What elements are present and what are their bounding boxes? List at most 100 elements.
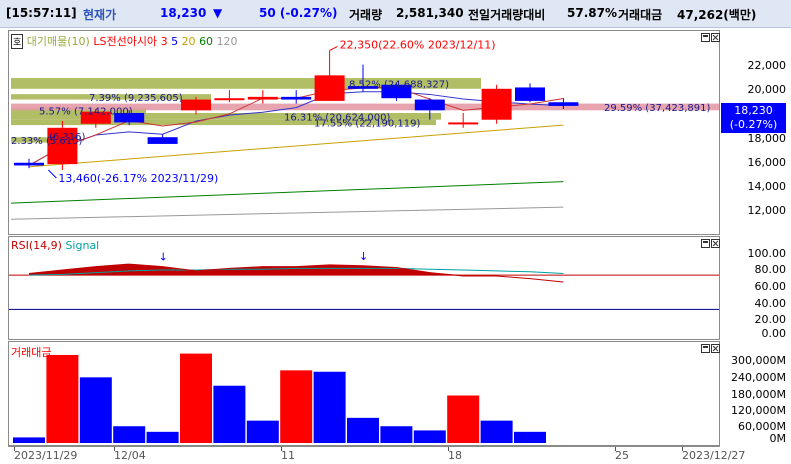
change-arrow-icon: ▼ xyxy=(213,6,223,20)
low-pointer xyxy=(48,169,57,179)
y-tick: 300,000M xyxy=(731,354,786,367)
supply-label: 7.39% (9,235,605) xyxy=(89,93,183,104)
candle-body xyxy=(548,102,579,106)
y-tick: 18,000 xyxy=(747,132,787,145)
candle-body xyxy=(214,98,245,101)
legend-rsi: RSI(14,9) xyxy=(11,239,62,252)
badge-price: 18,230 xyxy=(734,104,773,117)
amount-chart-panel[interactable]: 거래대금 xyxy=(8,341,720,446)
x-label: 12/04 xyxy=(114,449,146,462)
price-chart-legend: 호 대기매물(10) LS전선아시아 3 5 20 60 120 xyxy=(11,33,238,49)
amount-bar xyxy=(313,371,346,443)
current-price: 18,230 xyxy=(160,6,207,20)
rsi-chart-panel[interactable]: ↓ ↓ RSI(14,9) Signal xyxy=(8,236,720,340)
supply-label: 17.55% (22,190,119) xyxy=(314,118,420,129)
y-tick: 22,000 xyxy=(747,59,787,72)
minimize-button[interactable] xyxy=(701,33,710,42)
close-button[interactable] xyxy=(711,33,720,42)
prev-volume-label: 전일거래량대비 xyxy=(468,8,546,22)
ma120-line xyxy=(10,206,564,220)
candle-body xyxy=(14,162,44,166)
volume-label: 거래량 xyxy=(349,8,383,22)
amount-label: 거래대금 xyxy=(618,8,663,22)
price-y-axis: 22,000 20,000 18,000 16,000 14,000 12,00… xyxy=(720,30,786,235)
price-chart-panel[interactable]: 8.52% (24,688,327) 7.39% (9,235,605) 5.57%… xyxy=(8,30,720,235)
amount-bar xyxy=(380,426,413,443)
badge-change: (-0.27%) xyxy=(729,118,778,131)
amount-bar xyxy=(246,420,279,443)
signal-arrow-icon: ↓ xyxy=(159,251,168,264)
y-tick: 20.00 xyxy=(754,313,787,326)
minimize-button[interactable] xyxy=(701,239,710,248)
close-button[interactable] xyxy=(711,239,720,248)
minimize-button[interactable] xyxy=(701,344,710,353)
rsi-legend: RSI(14,9) Signal xyxy=(11,239,99,252)
ho-icon[interactable]: 호 xyxy=(11,34,24,49)
x-label: 2023/12/27 xyxy=(682,449,746,462)
y-tick: 16,000 xyxy=(747,156,787,169)
ma20-line xyxy=(28,124,564,168)
amount-bar xyxy=(146,431,179,443)
prev-volume-ratio: 57.87% xyxy=(567,6,617,20)
price-chart-svg: 8.52% (24,688,327) 7.39% (9,235,605) 5.57%… xyxy=(10,38,719,220)
supply-label: 5.57% (7,142,000) xyxy=(39,106,133,117)
candle-body xyxy=(281,96,312,100)
legend-ma5: 5 xyxy=(171,35,179,48)
amount-bar xyxy=(213,385,246,443)
candle-body xyxy=(181,99,211,111)
y-tick: 100.00 xyxy=(747,247,787,260)
candle-body xyxy=(414,99,445,111)
date-axis: 2023/11/29 12/04 11 18 25 2023/12/27 xyxy=(8,446,745,464)
legend-stock-name: LS전선아시아 xyxy=(93,35,158,48)
legend-ma120: 120 xyxy=(216,35,238,48)
amount-bar xyxy=(13,437,45,443)
legend-signal: Signal xyxy=(65,239,100,252)
amount-value: 47,262(백만) xyxy=(677,8,757,22)
change-value: 50 (-0.27%) xyxy=(259,6,338,20)
rsi-chart-svg: ↓ ↓ xyxy=(9,250,719,310)
y-tick: 14,000 xyxy=(747,180,787,193)
supply-label: 29.59% (37,423,891) xyxy=(604,103,710,114)
price-label: 현재가 xyxy=(83,8,117,22)
high-annotation: 22,350(22.60% 2023/12/11) xyxy=(340,38,496,51)
x-label: 18 xyxy=(448,449,462,462)
y-tick: 12,000 xyxy=(747,204,787,217)
amount-bar xyxy=(46,354,79,443)
amount-legend: 거래대금 xyxy=(11,344,51,360)
amount-bar xyxy=(514,431,546,443)
volume-value: 2,581,340 xyxy=(396,6,464,20)
legend-ma20: 20 xyxy=(181,35,196,48)
high-pointer xyxy=(329,46,338,51)
amount-chart-svg xyxy=(13,353,546,443)
amount-bar xyxy=(113,426,146,443)
supply-label: 8.52% (24,688,327) xyxy=(349,79,449,90)
amount-bar xyxy=(79,377,112,443)
legend-ma3: 3 xyxy=(160,35,168,48)
amount-bar xyxy=(480,420,513,443)
amount-bar xyxy=(413,430,446,443)
y-tick: 180,000M xyxy=(731,388,786,401)
y-tick: 40.00 xyxy=(754,297,787,310)
y-tick: 120,000M xyxy=(731,404,786,417)
close-button[interactable] xyxy=(711,344,720,353)
amount-bar xyxy=(447,395,480,443)
candle-body xyxy=(147,137,178,144)
signal-arrow-icon: ↓ xyxy=(359,250,368,263)
legend-amount: 거래대금 xyxy=(11,346,52,359)
y-tick: 240,000M xyxy=(731,371,786,384)
legend-supply: 대기매물(10) xyxy=(26,35,90,48)
y-tick: 60.00 xyxy=(754,280,787,293)
x-label: 25 xyxy=(615,449,629,462)
x-label: 11 xyxy=(281,449,295,462)
candle-body xyxy=(515,87,545,101)
y-tick: 0.00 xyxy=(761,327,787,340)
legend-ma60: 60 xyxy=(199,35,214,48)
y-tick: 80.00 xyxy=(754,263,787,276)
candle-body xyxy=(481,88,512,120)
amount-bar xyxy=(280,370,313,443)
current-price-badge: 18,230 (-0.27%) xyxy=(721,103,786,133)
rsi-y-axis: 100.00 80.00 60.00 40.00 20.00 0.00 xyxy=(720,236,787,340)
time-label: [15:57:11] xyxy=(6,6,77,20)
low-annotation: 13,460(-26.17% 2023/11/29) xyxy=(58,172,218,185)
candle-body xyxy=(314,75,345,101)
